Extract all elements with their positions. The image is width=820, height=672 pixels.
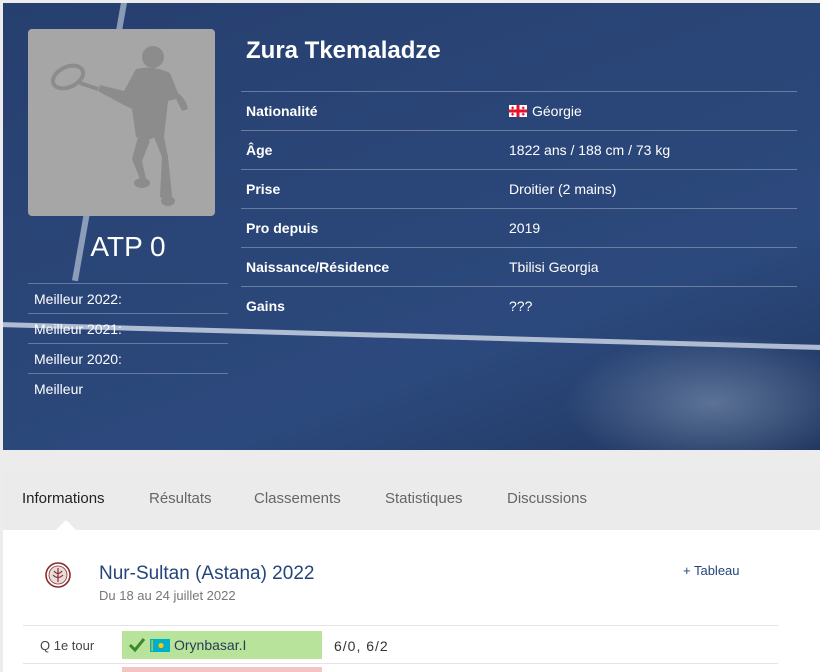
tournament-dates: Du 18 au 24 juillet 2022 xyxy=(99,588,236,603)
info-label: Nationalité xyxy=(246,103,318,119)
tableau-link[interactable]: + Tableau xyxy=(683,563,740,578)
best-ranking-item: Meilleur 2022: xyxy=(28,283,228,313)
info-label: Gains xyxy=(246,298,285,314)
georgia-flag-icon xyxy=(509,105,527,117)
info-label: Naissance/Résidence xyxy=(246,259,390,275)
match-score: 6/0, 6/2 xyxy=(334,638,389,654)
player-content-panel: Informations Résultats Classements Stati… xyxy=(3,470,820,672)
active-tab-indicator xyxy=(55,520,77,531)
player-header: ATP 0 Meilleur 2022: Meilleur 2021: Meil… xyxy=(3,3,820,450)
next-match-cell xyxy=(122,667,322,672)
info-value: 2019 xyxy=(509,220,541,236)
player-avatar xyxy=(28,29,215,216)
info-label: Pro depuis xyxy=(246,220,319,236)
tournament-emblem-icon xyxy=(45,562,71,593)
best-ranking-item: Meilleur 2020: xyxy=(28,343,228,373)
match-opponent-cell[interactable]: Orynbasar.I xyxy=(122,631,322,659)
info-row-grip: Prise Droitier (2 mains) xyxy=(241,169,797,208)
tournament-name-link[interactable]: Nur-Sultan (Astana) 2022 xyxy=(99,563,314,585)
info-row-nationality: Nationalité Géorgie xyxy=(241,91,797,130)
info-value: Droitier (2 mains) xyxy=(509,181,617,197)
background-haze xyxy=(563,333,820,450)
info-row-earnings: Gains ??? xyxy=(241,286,797,325)
info-label: Âge xyxy=(246,142,273,158)
tab-resultats[interactable]: Résultats xyxy=(149,490,212,507)
check-icon xyxy=(128,638,146,653)
info-row-birthplace: Naissance/Résidence Tbilisi Georgia xyxy=(241,247,797,286)
player-silhouette-icon xyxy=(50,46,188,206)
match-round: Q 1e tour xyxy=(40,638,95,653)
info-row-age: Âge 1822 ans / 188 cm / 73 kg xyxy=(241,130,797,169)
best-ranking-list: Meilleur 2022: Meilleur 2021: Meilleur 2… xyxy=(28,283,228,403)
player-info-table: Nationalité Géorgie Âge 1822 ans / 188 c… xyxy=(241,91,797,325)
tab-discussions[interactable]: Discussions xyxy=(507,490,587,507)
match-row: Q 1e tour Orynbasar.I 6/0, 6/2 xyxy=(23,625,778,664)
info-row-pro-since: Pro depuis 2019 xyxy=(241,208,797,247)
info-value: Géorgie xyxy=(509,103,797,119)
tab-statistiques[interactable]: Statistiques xyxy=(385,490,463,507)
info-label: Prise xyxy=(246,181,281,197)
tab-informations[interactable]: Informations xyxy=(22,490,105,507)
info-value: ??? xyxy=(509,298,533,314)
tab-classements[interactable]: Classements xyxy=(254,490,341,507)
best-ranking-item: Meilleur 2021: xyxy=(28,313,228,343)
player-name: Zura Tkemaladze xyxy=(246,37,441,64)
kazakhstan-flag-icon xyxy=(150,638,170,652)
atp-ranking: ATP 0 xyxy=(90,231,166,262)
best-ranking-item: Meilleur xyxy=(28,373,228,403)
row-divider xyxy=(23,663,778,664)
info-value: Tbilisi Georgia xyxy=(509,259,599,275)
info-value: 1822 ans / 188 cm / 73 kg xyxy=(509,142,671,158)
opponent-name: Orynbasar.I xyxy=(174,637,247,653)
nationality-value: Géorgie xyxy=(532,103,582,119)
tab-bar: Informations Résultats Classements Stati… xyxy=(3,470,820,531)
